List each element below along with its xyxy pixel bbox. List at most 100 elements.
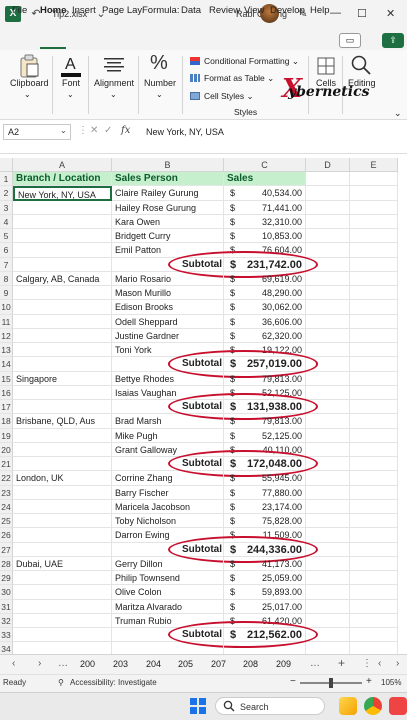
clipboard-label[interactable]: Clipboard [10,78,49,88]
cell[interactable] [13,442,112,457]
column-header-d[interactable]: D [306,158,350,172]
number-label[interactable]: Number [144,78,176,88]
cell[interactable] [306,186,350,201]
row-header[interactable]: 14 [0,357,13,372]
cell[interactable] [306,528,350,543]
cell[interactable] [350,599,398,614]
sheet-tab[interactable]: 205 [178,659,193,669]
branch-cell[interactable]: Calgary, AB, Canada [13,272,112,286]
cell[interactable] [350,271,398,286]
cell[interactable] [350,314,398,329]
sales-person-cell[interactable]: Philip Townsend [112,571,224,585]
cell[interactable] [350,400,398,415]
cell[interactable] [13,400,112,415]
row-header[interactable]: 32 [0,613,13,628]
chevron-down-icon[interactable]: ⌄ [394,108,402,119]
cell[interactable] [350,471,398,486]
cell[interactable] [306,229,350,244]
row-header[interactable]: 8 [0,271,13,286]
sales-amount[interactable]: 25,059.00 [240,571,302,585]
cell[interactable] [350,186,398,201]
cell[interactable] [306,271,350,286]
tab-developer[interactable]: Develop [270,5,305,16]
cell[interactable] [350,585,398,600]
cell-styles-button[interactable]: Cell Styles ⌄ [190,91,254,102]
cell[interactable] [306,172,350,187]
sales-person-cell[interactable]: Claire Railey Gurung [112,186,224,200]
branch-cell[interactable]: Brisbane, QLD, Aus [13,414,112,428]
cell[interactable] [224,642,306,654]
cell[interactable] [13,514,112,529]
cell[interactable] [13,343,112,358]
row-header[interactable]: 6 [0,243,13,258]
clipboard-icon[interactable] [18,54,40,78]
maximize-button[interactable]: ☐ [357,7,367,20]
cell[interactable] [350,371,398,386]
row-header[interactable]: 3 [0,200,13,215]
close-button[interactable]: ✕ [386,7,395,20]
row-header[interactable]: 16 [0,385,13,400]
cell[interactable] [306,414,350,429]
sales-person-cell[interactable]: Toby Nicholson [112,514,224,528]
column-header-b[interactable]: B [112,158,224,172]
sheet-tab[interactable]: 203 [113,659,128,669]
sales-amount[interactable]: 69,619.00 [240,272,302,286]
sales-amount[interactable]: 79,813.00 [240,372,302,386]
sales-person-cell[interactable]: Gerry Dillon [112,557,224,571]
column-header-e[interactable]: E [350,158,398,172]
cell[interactable] [306,314,350,329]
font-color-icon[interactable]: A [60,54,82,78]
cell[interactable] [306,642,350,654]
sales-amount[interactable]: 30,062.00 [240,300,302,314]
more-options-icon[interactable]: ⋮ [362,658,372,669]
cell[interactable] [350,172,398,187]
cell[interactable] [306,371,350,386]
chrome-icon[interactable] [364,697,382,715]
cell[interactable] [13,229,112,244]
cell[interactable] [13,457,112,472]
cell[interactable] [306,613,350,628]
more-sheets-icon[interactable]: … [58,658,68,669]
font-label[interactable]: Font [62,78,80,88]
fx-icon[interactable]: fx [121,125,130,136]
cell[interactable] [13,642,112,654]
row-header[interactable]: 30 [0,585,13,600]
cell[interactable] [350,542,398,557]
row-header[interactable]: 34 [0,642,13,654]
row-header[interactable]: 28 [0,556,13,571]
cell[interactable] [350,613,398,628]
sheet-tab[interactable]: 207 [211,659,226,669]
sales-amount[interactable]: 23,174.00 [240,500,302,514]
cell[interactable] [350,485,398,500]
sales-amount[interactable]: 75,828.00 [240,514,302,528]
sheet-tab[interactable]: 208 [243,659,258,669]
row-header[interactable]: 18 [0,414,13,429]
alignment-label[interactable]: Alignment [94,78,134,88]
search-icon[interactable] [350,54,372,76]
cell[interactable] [13,542,112,557]
sales-person-cell[interactable]: Edison Brooks [112,300,224,314]
cell[interactable] [350,286,398,301]
cell[interactable] [350,642,398,654]
tab-home[interactable]: Home [40,5,66,16]
tab-data[interactable]: Data [181,5,201,16]
cell[interactable] [306,214,350,229]
cell[interactable] [350,414,398,429]
sales-person-cell[interactable]: Corrine Zhang [112,471,224,485]
cell[interactable] [350,385,398,400]
cell[interactable] [306,200,350,215]
sales-amount[interactable]: 62,320.00 [240,329,302,343]
tab-file[interactable]: File [12,5,27,16]
cell[interactable] [350,556,398,571]
cell[interactable] [13,214,112,229]
share-icon[interactable]: ⇪ [382,33,404,48]
sales-amount[interactable]: 59,893.00 [240,585,302,599]
column-header-c[interactable]: C [224,158,306,172]
cells-icon[interactable] [316,56,336,76]
cell[interactable] [350,442,398,457]
sales-person-cell[interactable]: Odell Sheppard [112,315,224,329]
sales-amount[interactable]: 40,534.00 [240,186,302,200]
cell[interactable] [306,585,350,600]
cell[interactable] [306,599,350,614]
cell[interactable] [306,485,350,500]
